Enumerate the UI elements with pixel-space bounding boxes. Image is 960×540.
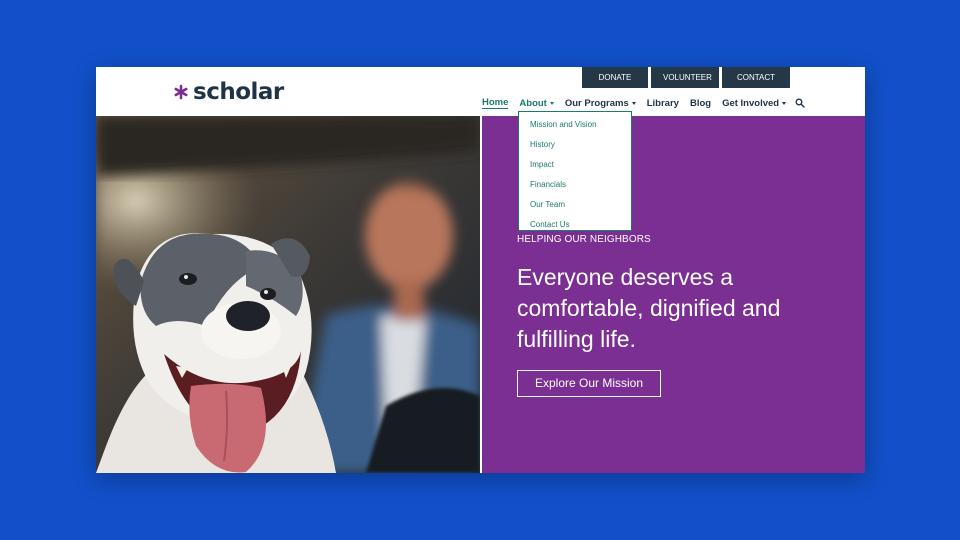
menu-item-financials[interactable]: Financials <box>519 175 631 195</box>
nav-involved-label: Get Involved <box>722 97 780 109</box>
menu-item-our-team[interactable]: Our Team <box>519 195 631 215</box>
site-logo[interactable]: scholar <box>173 79 284 105</box>
chevron-down-icon <box>549 101 554 105</box>
nav-about-label: About <box>519 97 547 109</box>
nav-blog[interactable]: Blog <box>690 98 711 109</box>
utility-nav: DONATE VOLUNTEER CONTACT US <box>582 67 790 103</box>
nav-library-label: Library <box>646 97 679 109</box>
hero-eyebrow: HELPING OUR NEIGHBORS <box>517 234 651 245</box>
logo-text: scholar <box>193 79 284 105</box>
nav-home[interactable]: Home <box>482 97 509 109</box>
contact-us-button[interactable]: CONTACT US <box>722 67 790 103</box>
nav-our-programs[interactable]: Our Programs <box>565 98 636 109</box>
main-nav: Home About Our Programs Library Blog Get… <box>482 97 805 109</box>
volunteer-button[interactable]: VOLUNTEER <box>651 67 719 88</box>
search-icon[interactable] <box>795 98 805 108</box>
menu-item-contact-us[interactable]: Contact Us <box>519 215 631 235</box>
nav-library[interactable]: Library <box>647 98 679 109</box>
chevron-down-icon <box>782 101 787 105</box>
nav-about[interactable]: About <box>519 97 554 109</box>
explore-mission-button[interactable]: Explore Our Mission <box>517 370 661 397</box>
hero-photo-dog-and-man-in-car <box>96 116 480 473</box>
asterisk-logo-icon <box>174 84 188 100</box>
menu-item-impact[interactable]: Impact <box>519 155 631 175</box>
hero-photo-illustration <box>96 116 480 473</box>
menu-item-history[interactable]: History <box>519 135 631 155</box>
about-dropdown-menu: Mission and Vision History Impact Financ… <box>518 111 632 231</box>
menu-item-mission-and-vision[interactable]: Mission and Vision <box>519 115 631 135</box>
nav-blog-label: Blog <box>689 97 712 109</box>
hero-section: HELPING OUR NEIGHBORS Everyone deserves … <box>96 116 865 473</box>
chevron-down-icon <box>631 101 636 105</box>
nav-get-involved[interactable]: Get Involved <box>722 97 787 109</box>
donate-button[interactable]: DONATE <box>582 67 648 88</box>
nav-home-label: Home <box>482 97 509 108</box>
nav-programs-label: Our Programs <box>564 97 629 109</box>
hero-headline: Everyone deserves a comfortable, dignifi… <box>517 264 781 352</box>
website-frame: scholar DONATE VOLUNTEER CONTACT US Home… <box>96 67 865 473</box>
